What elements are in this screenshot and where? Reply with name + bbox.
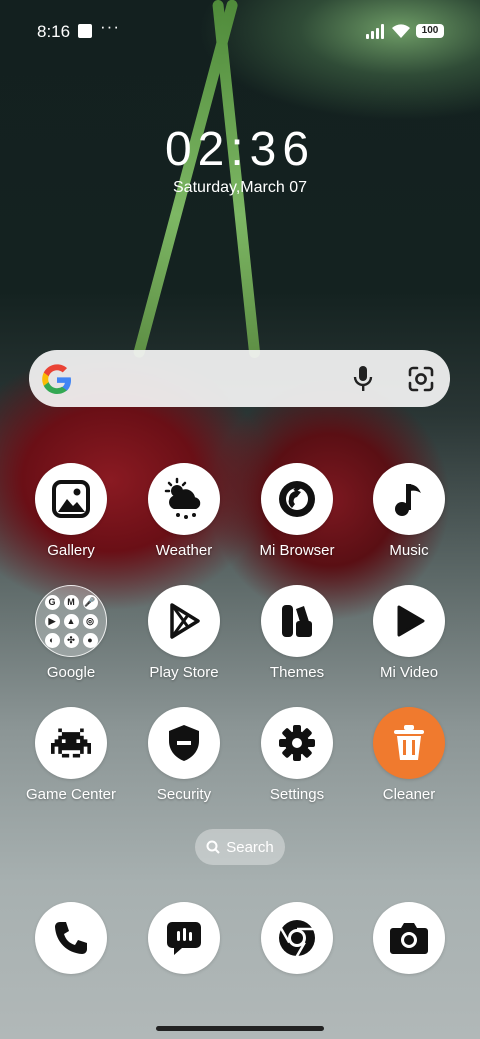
battery-icon: 100 bbox=[416, 24, 444, 38]
space-invader-icon bbox=[51, 728, 91, 758]
google-folder-icon: G M 🎤 ▶ ▲ ◎ ◐ ✣ ● bbox=[35, 585, 107, 657]
app-label: Google bbox=[46, 664, 96, 681]
app-label: Mi Browser bbox=[259, 542, 335, 559]
lens-icon[interactable] bbox=[407, 365, 435, 393]
search-label: Search bbox=[226, 838, 274, 856]
date[interactable]: Saturday,March 07 bbox=[0, 179, 480, 197]
status-time: 8:16 bbox=[37, 22, 71, 41]
app-music[interactable]: Music bbox=[353, 463, 465, 559]
gallery-icon bbox=[52, 480, 90, 518]
home-indicator[interactable] bbox=[156, 1026, 324, 1031]
app-security[interactable]: Security bbox=[128, 707, 240, 803]
app-label: Play Store bbox=[149, 664, 219, 681]
app-settings[interactable]: Settings bbox=[241, 707, 353, 803]
notification-square-icon bbox=[78, 24, 92, 38]
app-label: Settings bbox=[269, 786, 325, 803]
dock-camera[interactable] bbox=[353, 902, 465, 974]
app-label: Weather bbox=[155, 542, 213, 559]
wifi-icon bbox=[392, 24, 410, 38]
app-mi-video[interactable]: Mi Video bbox=[353, 585, 465, 681]
folder-mini-icon: ✣ bbox=[63, 632, 79, 648]
app-drawer-search-button[interactable]: Search bbox=[195, 829, 285, 865]
more-notifications-icon: ··· bbox=[100, 17, 120, 36]
app-label: Gallery bbox=[47, 542, 95, 559]
gear-icon bbox=[279, 725, 315, 761]
app-label: Mi Video bbox=[379, 664, 439, 681]
messages-icon bbox=[167, 922, 201, 955]
dock-chrome[interactable] bbox=[241, 902, 353, 974]
shield-icon bbox=[169, 725, 199, 761]
app-mi-browser[interactable]: Mi Browser bbox=[241, 463, 353, 559]
themes-icon bbox=[282, 605, 312, 637]
folder-mini-icon: G bbox=[44, 594, 60, 610]
dock-phone[interactable] bbox=[15, 902, 127, 974]
mic-icon[interactable] bbox=[352, 365, 374, 393]
camera-icon bbox=[390, 923, 428, 954]
app-cleaner[interactable]: Cleaner bbox=[353, 707, 465, 803]
app-label: Cleaner bbox=[382, 786, 436, 803]
chrome-icon bbox=[279, 920, 315, 959]
app-folder-google[interactable]: G M 🎤 ▶ ▲ ◎ ◐ ✣ ● Google bbox=[15, 585, 127, 681]
folder-mini-icon: M bbox=[63, 594, 79, 610]
app-label: Music bbox=[389, 542, 429, 559]
music-note-icon bbox=[395, 484, 421, 516]
weather-icon bbox=[164, 477, 201, 519]
clock[interactable]: 02:36 bbox=[0, 122, 480, 177]
signal-icon bbox=[366, 24, 386, 39]
folder-mini-icon: ▲ bbox=[63, 613, 79, 629]
folder-mini-icon: ◐ bbox=[44, 632, 60, 648]
app-weather[interactable]: Weather bbox=[128, 463, 240, 559]
trash-icon bbox=[394, 725, 424, 760]
mi-browser-icon bbox=[279, 481, 315, 517]
status-bar: 8:16 ··· 100 bbox=[0, 0, 480, 64]
folder-mini-icon: ▶ bbox=[44, 613, 60, 629]
play-icon bbox=[397, 605, 425, 637]
app-label: Game Center bbox=[25, 786, 117, 803]
google-g-icon bbox=[42, 364, 71, 394]
phone-icon bbox=[55, 922, 87, 954]
app-game-center[interactable]: Game Center bbox=[15, 707, 127, 803]
search-icon bbox=[206, 840, 220, 854]
app-play-store[interactable]: Play Store bbox=[128, 585, 240, 681]
folder-mini-icon: 🎤 bbox=[82, 594, 98, 610]
app-gallery[interactable]: Gallery bbox=[15, 463, 127, 559]
app-themes[interactable]: Themes bbox=[241, 585, 353, 681]
play-store-icon bbox=[170, 603, 200, 639]
app-label: Security bbox=[156, 786, 212, 803]
app-label: Themes bbox=[269, 664, 325, 681]
folder-mini-icon: ◎ bbox=[82, 613, 98, 629]
google-search-bar[interactable] bbox=[29, 350, 450, 407]
dock-messages[interactable] bbox=[128, 902, 240, 974]
folder-mini-icon: ● bbox=[82, 632, 98, 648]
